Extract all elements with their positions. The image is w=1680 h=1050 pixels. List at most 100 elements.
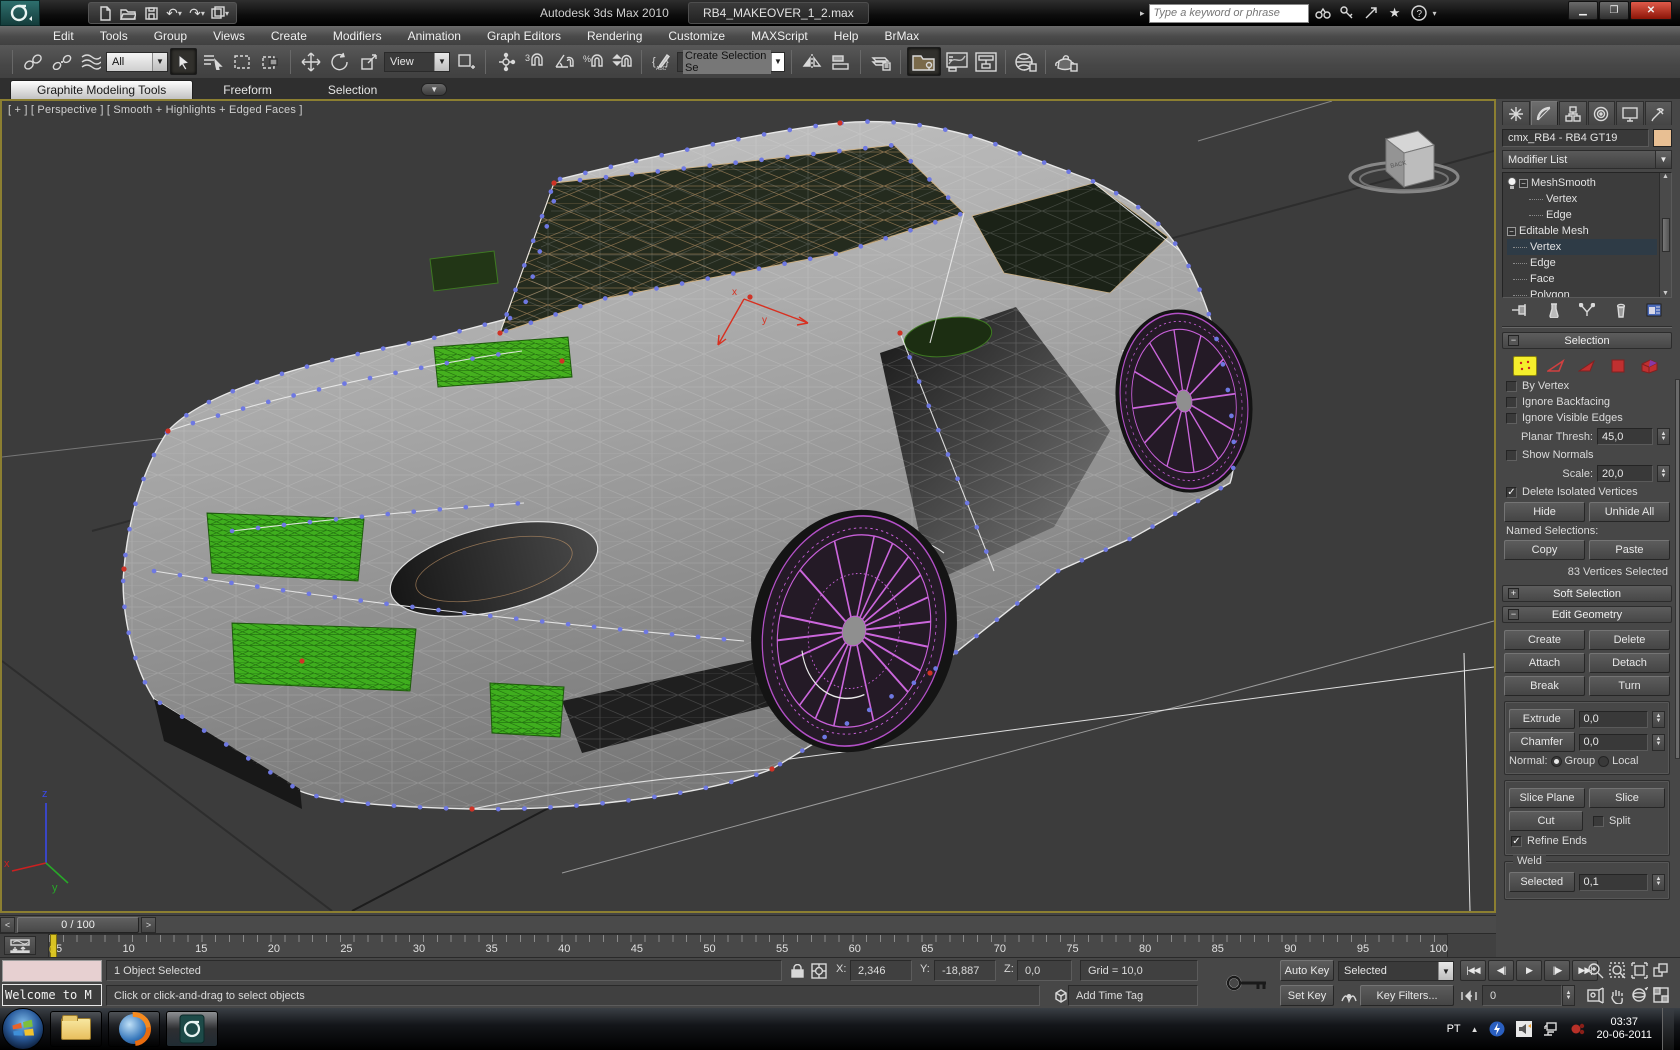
- scale-spinner[interactable]: ▲ ▼: [1657, 465, 1670, 482]
- extrude-field[interactable]: 0,0: [1578, 710, 1648, 728]
- weld-spinner[interactable]: ▲ ▼: [1652, 873, 1665, 891]
- zoom-icon[interactable]: [1584, 960, 1606, 981]
- vertex-subobject-icon[interactable]: [1513, 356, 1537, 376]
- by-vertex-checkbox[interactable]: By Vertex: [1506, 380, 1668, 392]
- weld-selected-button[interactable]: Selected: [1509, 872, 1575, 892]
- stack-item[interactable]: Face: [1507, 271, 1657, 287]
- orbit-icon[interactable]: [1628, 985, 1650, 1006]
- menu-item[interactable]: Tools: [87, 26, 141, 45]
- select-object-button[interactable]: [170, 48, 197, 75]
- maximize-viewport-toggle-icon[interactable]: [1650, 985, 1672, 1006]
- curve-editor-icon[interactable]: [943, 48, 970, 75]
- key-filters-button[interactable]: Key Filters...: [1360, 985, 1454, 1006]
- detach-button[interactable]: Detach: [1589, 653, 1670, 673]
- language-indicator[interactable]: PT: [1447, 1023, 1461, 1035]
- stack-item-vertex-selected[interactable]: Vertex: [1507, 239, 1657, 255]
- select-by-name-icon[interactable]: [199, 48, 226, 75]
- play-button[interactable]: ▶: [1516, 960, 1542, 981]
- expand-icon[interactable]: −: [1507, 226, 1516, 236]
- tab-selection[interactable]: Selection: [302, 80, 403, 99]
- command-panel-scrollbar[interactable]: [1675, 379, 1680, 759]
- x-coord-field[interactable]: 2,346: [850, 960, 912, 981]
- zoom-extents-icon[interactable]: [1628, 960, 1650, 981]
- normal-local-radio[interactable]: [1598, 755, 1610, 767]
- unlink-selection-icon[interactable]: [48, 48, 75, 75]
- turn-button[interactable]: Turn: [1589, 676, 1670, 696]
- refine-ends-checkbox[interactable]: ✓ Refine Ends: [1511, 835, 1663, 847]
- tab-display-icon[interactable]: [1616, 101, 1644, 125]
- tab-freeform[interactable]: Freeform: [197, 80, 298, 99]
- previous-frame-button[interactable]: ◀||: [1488, 960, 1514, 981]
- zoom-all-icon[interactable]: [1606, 960, 1628, 981]
- weld-threshold-field[interactable]: 0,1: [1578, 873, 1648, 891]
- chamfer-button[interactable]: Chamfer: [1509, 732, 1575, 752]
- stack-item[interactable]: Edge: [1507, 207, 1657, 223]
- frame-spinner[interactable]: ▲ ▼: [1562, 985, 1575, 1006]
- menu-item[interactable]: Group: [141, 26, 200, 45]
- use-pivot-point-center-icon[interactable]: [452, 48, 479, 75]
- object-name-field[interactable]: cmx_RB4 - RB4 GT19: [1502, 129, 1649, 147]
- tab-create-icon[interactable]: [1502, 101, 1530, 125]
- bulb-icon[interactable]: [1507, 176, 1517, 190]
- go-to-start-button[interactable]: |◀◀: [1460, 960, 1486, 981]
- perspective-viewport[interactable]: [ + ] [ Perspective ] [ Smooth + Highlig…: [0, 99, 1496, 913]
- subscription-key-icon[interactable]: [1337, 3, 1357, 23]
- selection-rollout-header[interactable]: − Selection: [1502, 332, 1672, 349]
- make-unique-icon[interactable]: [1575, 300, 1599, 320]
- undo-button[interactable]: ↶ ▾: [164, 4, 184, 22]
- tray-network-icon[interactable]: [1543, 1021, 1560, 1038]
- menu-item[interactable]: Animation: [395, 26, 474, 45]
- tab-graphite-modeling-tools[interactable]: Graphite Modeling Tools: [10, 80, 194, 99]
- pin-stack-icon[interactable]: [1508, 300, 1532, 320]
- named-selection-sets-dropdown[interactable]: Create Selection Se ▼: [677, 49, 785, 74]
- menu-item[interactable]: Modifiers: [320, 26, 395, 45]
- expand-icon[interactable]: −: [1519, 178, 1528, 188]
- schematic-view-icon[interactable]: [972, 48, 999, 75]
- edit-named-selection-sets-icon[interactable]: {} ABC: [648, 48, 675, 75]
- show-end-result-icon[interactable]: [1542, 300, 1566, 320]
- edge-subobject-icon[interactable]: [1544, 356, 1568, 376]
- attach-button[interactable]: Attach: [1504, 653, 1585, 673]
- viewport-canvas[interactable]: x y BACK z x y: [2, 101, 1494, 911]
- application-menu-button[interactable]: [0, 0, 40, 26]
- configure-modifier-sets-icon[interactable]: [1642, 300, 1666, 320]
- spinner-snap-toggle-icon[interactable]: [608, 48, 635, 75]
- tab-modify-icon[interactable]: [1530, 101, 1558, 125]
- restore-button[interactable]: ❐: [1599, 1, 1629, 20]
- tray-diskeeper-icon[interactable]: [1489, 1021, 1506, 1038]
- previous-frame-arrow[interactable]: <: [0, 916, 15, 933]
- paste-button[interactable]: Paste: [1589, 540, 1670, 560]
- snaps-toggle-3d-icon[interactable]: 3: [521, 48, 548, 75]
- help-dropdown-arrow[interactable]: ▾: [1433, 9, 1437, 18]
- break-button[interactable]: Break: [1504, 676, 1585, 696]
- normal-group-radio[interactable]: [1550, 755, 1562, 767]
- unhide-all-button[interactable]: Unhide All: [1589, 502, 1670, 522]
- render-setup-teapot-icon[interactable]: [1052, 48, 1079, 75]
- ignore-backfacing-checkbox[interactable]: Ignore Backfacing: [1506, 396, 1668, 408]
- taskbar-explorer-button[interactable]: [50, 1011, 102, 1047]
- planar-thresh-field[interactable]: 45,0: [1597, 428, 1653, 445]
- mirror-icon[interactable]: [798, 48, 825, 75]
- delete-button[interactable]: Delete: [1589, 630, 1670, 650]
- taskbar-3dsmax-button[interactable]: [166, 1011, 218, 1047]
- y-coord-field[interactable]: -18,887: [934, 960, 996, 981]
- stack-item[interactable]: Vertex: [1507, 191, 1657, 207]
- planar-thresh-spinner[interactable]: ▲ ▼: [1657, 428, 1670, 445]
- save-file-button[interactable]: [141, 4, 161, 22]
- ribbon-minimize-button[interactable]: ▼: [421, 83, 448, 96]
- select-and-manipulate-icon[interactable]: [492, 48, 519, 75]
- reference-coordinate-system-dropdown[interactable]: View ▼: [384, 51, 450, 72]
- tab-utilities-icon[interactable]: [1644, 101, 1672, 125]
- chamfer-field[interactable]: 0,0: [1578, 733, 1648, 751]
- key-mode-dropdown[interactable]: Selected ▼: [1338, 961, 1454, 981]
- layer-manager-icon[interactable]: [867, 48, 894, 75]
- object-color-swatch[interactable]: [1653, 129, 1672, 147]
- slice-plane-button[interactable]: Slice Plane: [1509, 788, 1585, 808]
- z-coord-field[interactable]: 0,0: [1017, 960, 1072, 981]
- helper-cube-object[interactable]: BACK: [1348, 130, 1460, 194]
- split-checkbox[interactable]: Split: [1593, 815, 1665, 827]
- modifier-list-dropdown[interactable]: Modifier List ▼: [1502, 150, 1672, 169]
- tray-volume-icon[interactable]: [1516, 1021, 1533, 1038]
- menu-item[interactable]: Create: [258, 26, 320, 45]
- current-frame-field[interactable]: 0: [1482, 985, 1562, 1006]
